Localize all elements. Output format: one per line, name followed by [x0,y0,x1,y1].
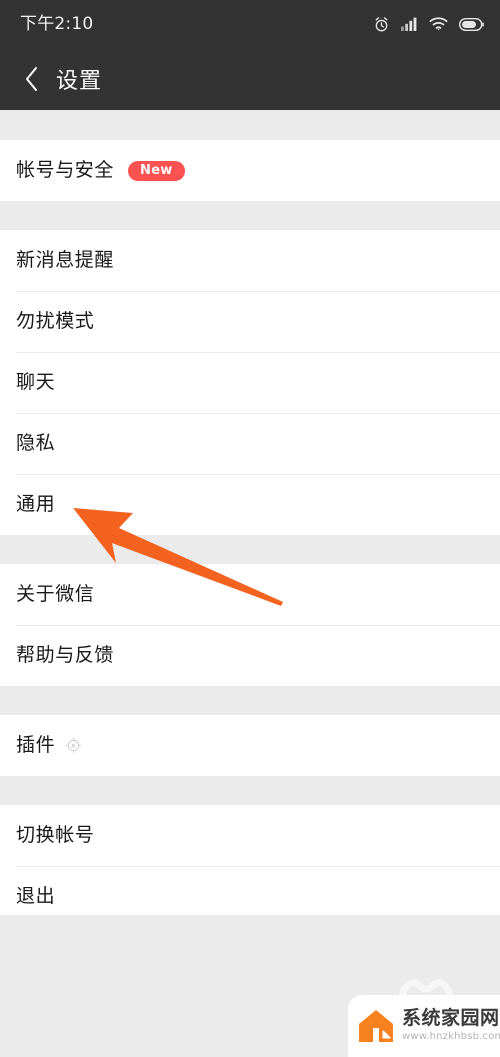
chevron-left-icon [24,66,39,92]
status-bar-icons [373,16,484,33]
row-label: 通用 [16,493,56,515]
watermark-url: www.hnzkhbsb.com [402,1030,500,1042]
status-bar-time: 下午2:10 [20,13,94,34]
preferences-group: 新消息提醒 勿扰模式 聊天 隐私 通用 [0,230,500,535]
settings-row-switch-account[interactable]: 切换帐号 [0,805,500,866]
wifi-icon [429,17,448,31]
section-gap [0,776,500,805]
signal-icon [401,17,418,31]
plugin-dot-icon [65,737,82,754]
settings-row-chat[interactable]: 聊天 [0,352,500,413]
row-label: 勿扰模式 [16,310,95,332]
plugins-group: 插件 [0,715,500,776]
section-gap [0,686,500,715]
settings-row-privacy[interactable]: 隐私 [0,413,500,474]
watermark: 系统家园网 www.hnzkhbsb.com [348,995,500,1057]
row-label: 隐私 [16,432,56,454]
settings-row-about-wechat[interactable]: 关于微信 [0,564,500,625]
row-label: 插件 [16,734,56,756]
settings-row-plugins[interactable]: 插件 [0,715,500,776]
settings-row-new-message-alert[interactable]: 新消息提醒 [0,230,500,291]
about-group: 关于微信 帮助与反馈 [0,564,500,686]
section-gap [0,110,500,140]
alarm-icon [373,16,390,33]
settings-row-do-not-disturb[interactable]: 勿扰模式 [0,291,500,352]
house-logo-icon [357,1007,395,1045]
row-label: 退出 [16,885,56,907]
nav-bar: 设置 [0,48,500,110]
row-label: 切换帐号 [16,824,95,846]
row-label: 帐号与安全 [16,159,115,181]
row-label: 关于微信 [16,583,95,605]
row-label: 帮助与反馈 [16,644,115,666]
account-group: 帐号与安全 New [0,140,500,201]
watermark-site-name: 系统家园网 [402,1007,500,1030]
status-bar: 下午2:10 [0,0,500,48]
section-gap [0,201,500,230]
back-button[interactable] [14,59,48,99]
settings-row-help-feedback[interactable]: 帮助与反馈 [0,625,500,686]
row-label: 新消息提醒 [16,249,115,271]
settings-row-general[interactable]: 通用 [0,474,500,535]
row-label: 聊天 [16,371,56,393]
status-badge: New [128,160,185,181]
page-title: 设置 [56,69,103,94]
watermark-text: 系统家园网 www.hnzkhbsb.com [402,1007,500,1043]
settings-row-account-security[interactable]: 帐号与安全 New [0,140,500,201]
account-actions-group: 切换帐号 退出 [0,805,500,927]
settings-list: 帐号与安全 New 新消息提醒 勿扰模式 聊天 隐私 通用 关于微信 帮助与反馈 [0,110,500,927]
section-gap [0,535,500,564]
battery-icon [459,17,484,31]
